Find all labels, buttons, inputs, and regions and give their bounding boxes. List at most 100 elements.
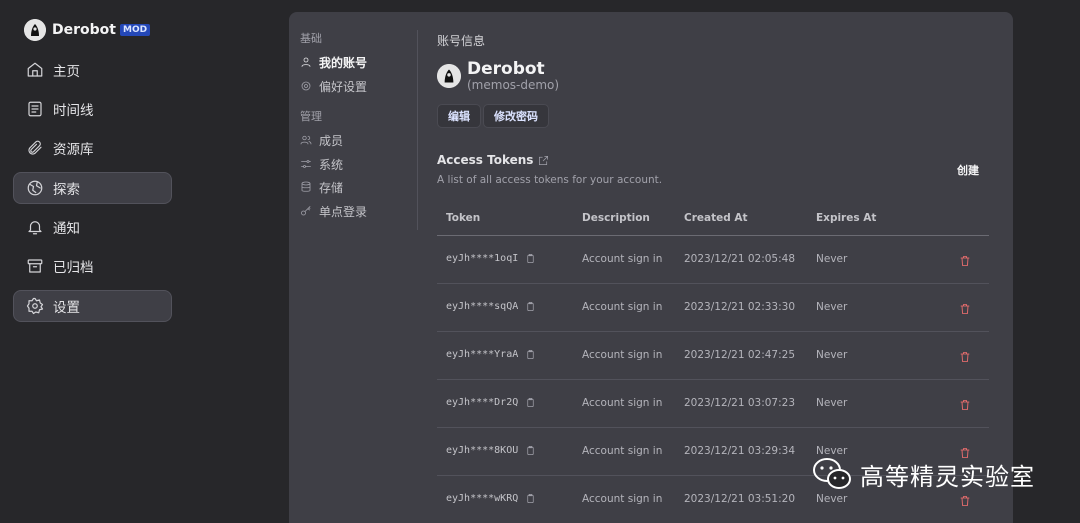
access-tokens-label: Access Tokens bbox=[437, 153, 534, 167]
copy-icon[interactable] bbox=[525, 397, 536, 408]
trash-icon bbox=[960, 256, 970, 266]
archive-icon bbox=[27, 259, 43, 273]
trash-icon bbox=[960, 400, 970, 410]
description-cell: Account sign in bbox=[582, 301, 663, 313]
username: (memos-demo) bbox=[467, 78, 560, 92]
timeline-icon bbox=[28, 101, 42, 117]
sub-item-storage[interactable]: 存储 bbox=[300, 178, 343, 196]
created-at-cell: 2023/12/21 03:51:20 bbox=[684, 493, 796, 505]
external-link-icon[interactable] bbox=[538, 155, 549, 166]
nav-item-notifications[interactable]: 通知 bbox=[13, 211, 172, 243]
nav-item-explore[interactable]: 探索 bbox=[13, 172, 172, 204]
description-cell: Account sign in bbox=[582, 349, 663, 361]
sub-item-system[interactable]: 系统 bbox=[300, 155, 343, 173]
delete-token-button[interactable] bbox=[959, 396, 971, 415]
admin-heading: 管理 bbox=[300, 110, 322, 123]
gear-icon bbox=[26, 297, 44, 315]
nav-item-label: 时间线 bbox=[53, 103, 94, 119]
users-icon bbox=[300, 135, 312, 145]
nav-item-resources[interactable]: 资源库 bbox=[13, 132, 172, 164]
sub-item-label: 偏好设置 bbox=[319, 79, 368, 94]
brand-name: Derobot bbox=[52, 22, 116, 38]
description-cell: Account sign in bbox=[582, 445, 663, 457]
create-token-button[interactable]: 创建 bbox=[957, 162, 979, 178]
sub-item-label: 成员 bbox=[319, 133, 344, 148]
copy-icon[interactable] bbox=[525, 253, 536, 264]
edit-button[interactable]: 编辑 bbox=[437, 104, 481, 128]
sub-item-my-account[interactable]: 我的账号 bbox=[300, 53, 367, 71]
sub-item-label: 存储 bbox=[319, 180, 344, 195]
nav-item-timeline[interactable]: 时间线 bbox=[13, 93, 172, 125]
basic-heading: 基础 bbox=[300, 32, 322, 45]
paperclip-icon bbox=[28, 140, 42, 155]
sub-item-members[interactable]: 成员 bbox=[300, 131, 343, 149]
copy-icon[interactable] bbox=[525, 445, 536, 456]
nav-item-archived[interactable]: 已归档 bbox=[13, 250, 172, 282]
display-name: Derobot bbox=[467, 59, 545, 79]
created-at-cell: 2023/12/21 02:47:25 bbox=[684, 349, 796, 361]
col-created-at: Created At bbox=[684, 212, 748, 224]
globe-icon bbox=[27, 180, 43, 196]
sub-item-sso[interactable]: 单点登录 bbox=[300, 202, 367, 220]
trash-icon bbox=[960, 352, 970, 362]
created-at-cell: 2023/12/21 02:33:30 bbox=[684, 301, 796, 313]
avatar bbox=[437, 64, 461, 88]
table-row: eyJh****sqQA Account sign in 2023/12/21 … bbox=[437, 284, 989, 332]
token-value: eyJh****Dr2Q bbox=[446, 397, 519, 408]
token-value: eyJh****8KOU bbox=[446, 445, 519, 456]
created-at-cell: 2023/12/21 02:05:48 bbox=[684, 253, 796, 265]
settings-sub-nav: 基础 我的账号 偏好设置 管理 成员 系统 存储 单点登录 bbox=[300, 30, 418, 230]
settings-panel: 基础 我的账号 偏好设置 管理 成员 系统 存储 单点登录 账号信息 Derob… bbox=[289, 12, 1013, 523]
bell-icon bbox=[28, 221, 42, 235]
col-description: Description bbox=[582, 212, 650, 224]
nav-item-settings[interactable]: 设置 bbox=[13, 290, 172, 322]
description-cell: Account sign in bbox=[582, 397, 663, 409]
brand[interactable]: Derobot MOD bbox=[24, 18, 151, 42]
sub-item-label: 我的账号 bbox=[319, 55, 368, 70]
trash-icon bbox=[960, 496, 970, 506]
logo-icon bbox=[24, 19, 46, 41]
nav-item-label: 探索 bbox=[53, 182, 80, 198]
sub-item-label: 系统 bbox=[319, 157, 344, 172]
expires-at-cell: Never bbox=[816, 301, 848, 313]
wechat-icon bbox=[813, 458, 851, 489]
table-header: Token Description Created At Expires At bbox=[437, 202, 989, 236]
delete-token-button[interactable] bbox=[959, 492, 971, 511]
delete-token-button[interactable] bbox=[959, 252, 971, 271]
nav-item-label: 设置 bbox=[53, 300, 80, 316]
cog-icon bbox=[301, 81, 311, 91]
created-at-cell: 2023/12/21 03:07:23 bbox=[684, 397, 796, 409]
delete-token-button[interactable] bbox=[959, 348, 971, 367]
user-icon bbox=[301, 57, 311, 67]
expires-at-cell: Never bbox=[816, 397, 848, 409]
section-title: 账号信息 bbox=[437, 34, 486, 48]
token-cell: eyJh****sqQA bbox=[446, 301, 536, 312]
token-cell: eyJh****8KOU bbox=[446, 445, 536, 456]
token-cell: eyJh****1oqI bbox=[446, 253, 536, 264]
key-icon bbox=[301, 206, 311, 216]
watermark: 高等精灵实验室 bbox=[812, 455, 1035, 493]
sub-item-preferences[interactable]: 偏好设置 bbox=[300, 77, 367, 95]
access-tokens-title[interactable]: Access Tokens bbox=[437, 153, 549, 167]
sidebar: Derobot MOD 主页 时间线 资源库 探索 通知 已归档 设置 bbox=[0, 0, 187, 523]
home-icon bbox=[27, 62, 43, 77]
nav-item-label: 通知 bbox=[53, 221, 80, 237]
sub-item-label: 单点登录 bbox=[319, 204, 368, 219]
token-cell: eyJh****wKRQ bbox=[446, 493, 536, 504]
copy-icon[interactable] bbox=[525, 493, 536, 504]
table-row: eyJh****Dr2Q Account sign in 2023/12/21 … bbox=[437, 380, 989, 428]
copy-icon[interactable] bbox=[525, 301, 536, 312]
token-value: eyJh****sqQA bbox=[446, 301, 519, 312]
user-info: Derobot (memos-demo) bbox=[437, 60, 559, 92]
token-value: eyJh****YraA bbox=[446, 349, 519, 360]
nav-item-label: 主页 bbox=[53, 64, 80, 80]
description-cell: Account sign in bbox=[582, 253, 663, 265]
expires-at-cell: Never bbox=[816, 349, 848, 361]
copy-icon[interactable] bbox=[525, 349, 536, 360]
expires-at-cell: Never bbox=[816, 253, 848, 265]
nav-item-home[interactable]: 主页 bbox=[13, 54, 172, 86]
change-password-button[interactable]: 修改密码 bbox=[483, 104, 549, 128]
delete-token-button[interactable] bbox=[959, 300, 971, 319]
expires-at-cell: Never bbox=[816, 493, 848, 505]
database-icon bbox=[301, 181, 311, 192]
